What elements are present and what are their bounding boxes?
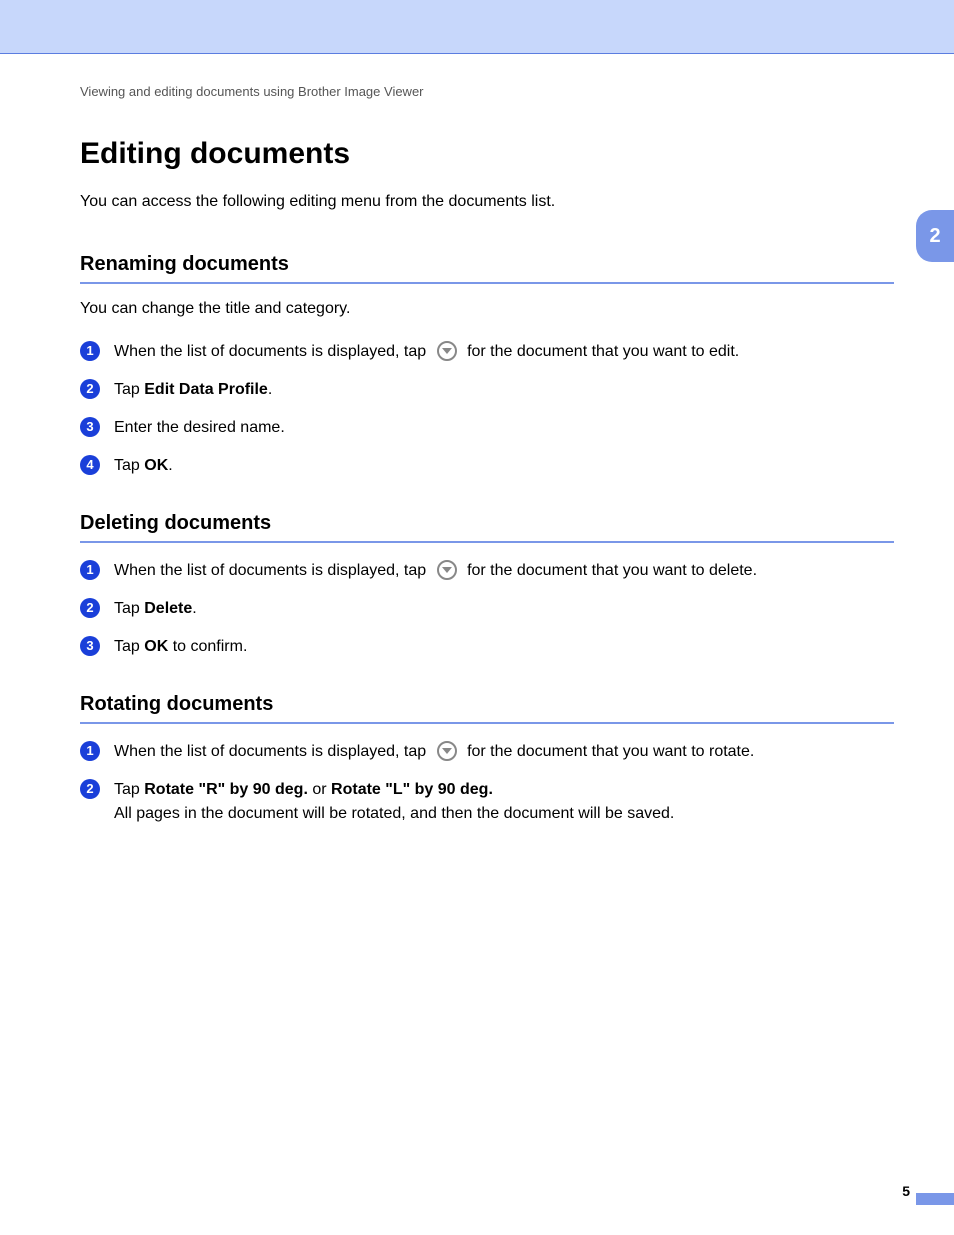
- section-heading-deleting: Deleting documents: [80, 512, 894, 543]
- step-text: Tap Rotate "R" by 90 deg. or Rotate "L" …: [114, 778, 894, 826]
- text-fragment: to confirm.: [168, 638, 247, 655]
- list-item: 2 Tap Delete.: [80, 597, 894, 621]
- step-number-icon: 1: [80, 560, 100, 580]
- dropdown-circle-icon: [437, 741, 457, 761]
- text-fragment: .: [268, 381, 272, 398]
- step-number-icon: 2: [80, 779, 100, 799]
- step-text: Enter the desired name.: [114, 416, 894, 440]
- step-number-icon: 3: [80, 417, 100, 437]
- text-fragment: When the list of documents is displayed,…: [114, 562, 431, 579]
- rotating-steps: 1 When the list of documents is displaye…: [80, 740, 894, 826]
- list-item: 2 Tap Edit Data Profile.: [80, 378, 894, 402]
- list-item: 4 Tap OK.: [80, 454, 894, 478]
- intro-text: You can access the following editing men…: [80, 193, 894, 211]
- chapter-tab: 2: [916, 210, 954, 262]
- text-fragment-bold: OK: [144, 457, 168, 474]
- step-text: When the list of documents is displayed,…: [114, 559, 894, 583]
- list-item: 3 Tap OK to confirm.: [80, 635, 894, 659]
- text-fragment-bold: Rotate "L" by 90 deg.: [331, 781, 493, 798]
- renaming-subtext: You can change the title and category.: [80, 300, 894, 318]
- step-text: Tap OK.: [114, 454, 894, 478]
- text-fragment-bold: OK: [144, 638, 168, 655]
- text-fragment: for the document that you want to edit.: [467, 343, 739, 360]
- text-fragment: Tap: [114, 457, 144, 474]
- step-number-icon: 2: [80, 379, 100, 399]
- step-text: Tap Delete.: [114, 597, 894, 621]
- list-item: 3 Enter the desired name.: [80, 416, 894, 440]
- text-fragment: for the document that you want to delete…: [467, 562, 757, 579]
- list-item: 1 When the list of documents is displaye…: [80, 740, 894, 764]
- step-text: Tap OK to confirm.: [114, 635, 894, 659]
- text-fragment: Tap: [114, 600, 144, 617]
- text-fragment: All pages in the document will be rotate…: [114, 805, 674, 822]
- step-number-icon: 2: [80, 598, 100, 618]
- step-number-icon: 1: [80, 341, 100, 361]
- deleting-steps: 1 When the list of documents is displaye…: [80, 559, 894, 659]
- page-content: Viewing and editing documents using Brot…: [0, 54, 954, 826]
- step-text: When the list of documents is displayed,…: [114, 340, 894, 364]
- text-fragment-bold: Rotate "R" by 90 deg.: [144, 781, 308, 798]
- text-fragment: When the list of documents is displayed,…: [114, 743, 431, 760]
- renaming-steps: 1 When the list of documents is displaye…: [80, 340, 894, 478]
- text-fragment: .: [168, 457, 172, 474]
- section-heading-rotating: Rotating documents: [80, 693, 894, 724]
- list-item: 1 When the list of documents is displaye…: [80, 340, 894, 364]
- text-fragment: Tap: [114, 381, 144, 398]
- page-number: 5: [902, 1183, 910, 1199]
- step-number-icon: 1: [80, 741, 100, 761]
- top-banner: [0, 0, 954, 54]
- text-fragment: Tap: [114, 781, 144, 798]
- step-text: When the list of documents is displayed,…: [114, 740, 894, 764]
- step-text: Tap Edit Data Profile.: [114, 378, 894, 402]
- step-number-icon: 3: [80, 636, 100, 656]
- list-item: 2 Tap Rotate "R" by 90 deg. or Rotate "L…: [80, 778, 894, 826]
- dropdown-circle-icon: [437, 560, 457, 580]
- step-number-icon: 4: [80, 455, 100, 475]
- breadcrumb: Viewing and editing documents using Brot…: [80, 84, 894, 99]
- text-fragment-bold: Delete: [144, 600, 192, 617]
- page-title: Editing documents: [80, 137, 894, 171]
- list-item: 1 When the list of documents is displaye…: [80, 559, 894, 583]
- text-fragment-bold: Edit Data Profile: [144, 381, 268, 398]
- footer-accent: [916, 1193, 954, 1205]
- text-fragment: for the document that you want to rotate…: [467, 743, 754, 760]
- text-fragment: Tap: [114, 638, 144, 655]
- text-fragment: When the list of documents is displayed,…: [114, 343, 431, 360]
- text-fragment: .: [192, 600, 196, 617]
- text-fragment: or: [308, 781, 331, 798]
- dropdown-circle-icon: [437, 341, 457, 361]
- section-heading-renaming: Renaming documents: [80, 253, 894, 284]
